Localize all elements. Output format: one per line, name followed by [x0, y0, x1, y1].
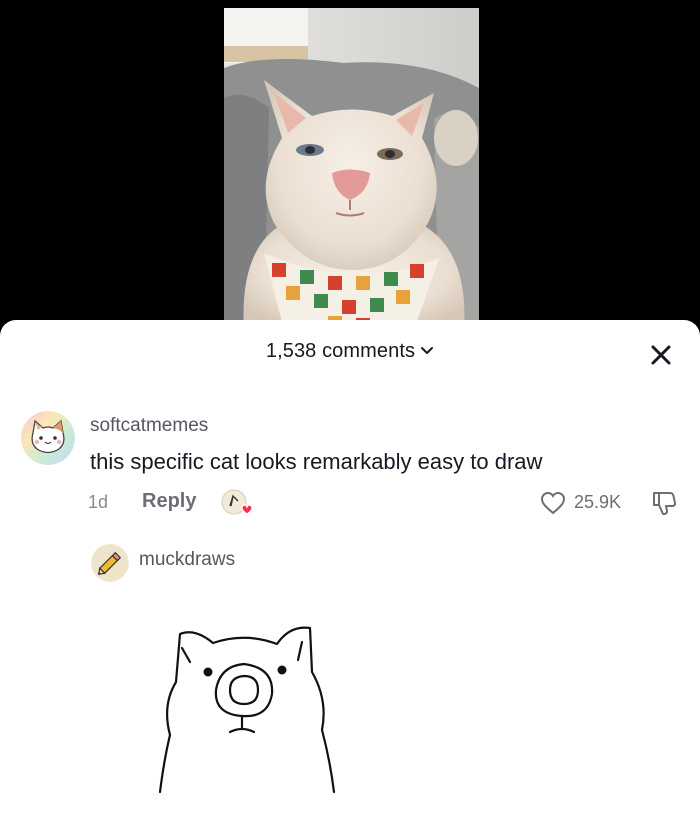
comments-count-label: 1,538 comments: [265, 340, 416, 362]
video-area[interactable]: [0, 0, 700, 330]
dislike-icon[interactable]: [650, 489, 678, 517]
comment-text: this specific cat looks remarkably easy …: [90, 449, 543, 474]
comment-username[interactable]: muckdraws: [139, 549, 235, 571]
liked-by-creator-icon: [220, 488, 256, 518]
comment-username[interactable]: softcatmemes: [90, 415, 208, 437]
like-count: 25.9K: [574, 492, 622, 512]
avatar-muckdraws[interactable]: [91, 544, 129, 582]
cat-photo: [224, 8, 479, 330]
comment-time: 1d: [88, 492, 109, 512]
reply-button[interactable]: Reply: [142, 490, 196, 513]
cat-drawing: [150, 610, 340, 800]
avatar-softcatmemes[interactable]: [21, 411, 75, 465]
chevron-down-icon: [420, 339, 434, 362]
sheet-header: 1,538 comments: [0, 320, 700, 386]
pencil-icon: [91, 544, 129, 582]
close-icon[interactable]: [646, 340, 676, 370]
comments-sheet: 1,538 comments softcatmemes this specifi…: [0, 320, 700, 821]
comment-actions: 1d Reply 25.9K: [0, 488, 700, 520]
like-icon[interactable]: [540, 490, 566, 516]
comments-count-button[interactable]: 1,538 comments: [0, 340, 700, 363]
